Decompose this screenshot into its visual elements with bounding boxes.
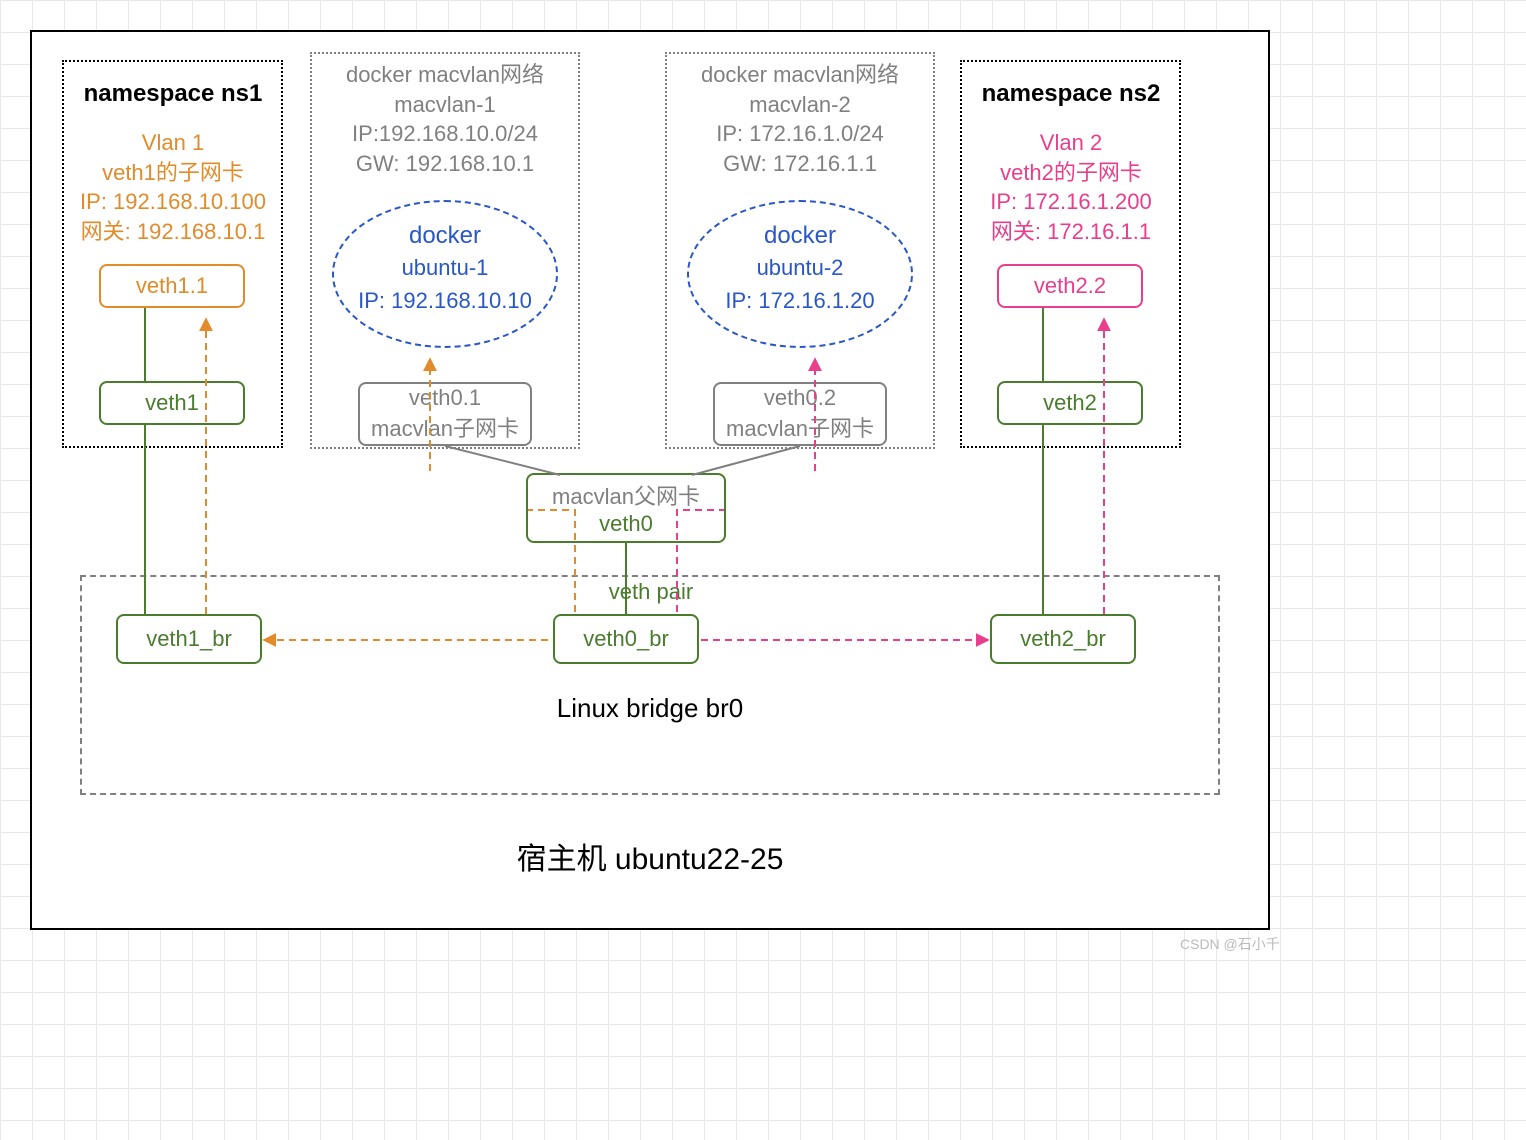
ns1-title: namespace ns1: [70, 78, 276, 110]
ns2-subnic: veth2的子网卡: [1000, 160, 1142, 185]
veth02-desc: macvlan子网卡: [726, 411, 874, 443]
docker2-ip: IP: 172.16.1.20: [725, 288, 874, 313]
veth1-br-node: veth1_br: [116, 614, 262, 664]
mv2-name: macvlan-2: [749, 92, 850, 117]
ns2-info: Vlan 2 veth2的子网卡 IP: 172.16.1.200 网关: 17…: [964, 128, 1178, 247]
ns2-ip: IP: 172.16.1.200: [990, 189, 1151, 214]
ns2-title: namespace ns2: [968, 78, 1174, 110]
ns1-subnic: veth1的子网卡: [102, 160, 244, 185]
docker1-title: docker: [409, 222, 481, 249]
host-label: 宿主机 ubuntu22-25: [470, 840, 830, 881]
veth0-parent-node: macvlan父网卡 veth0: [526, 473, 726, 543]
docker2-title: docker: [764, 222, 836, 249]
ns2-gw: 网关: 172.16.1.1: [991, 219, 1151, 244]
veth0-br-node: veth0_br: [553, 614, 699, 664]
ns2-vlan: Vlan 2: [1040, 130, 1102, 155]
macvlan2-info: docker macvlan网络 macvlan-2 IP: 172.16.1.…: [671, 60, 929, 179]
veth01-desc: macvlan子网卡: [371, 411, 519, 443]
mv1-gw: GW: 192.168.10.1: [356, 151, 534, 176]
mv2-ip: IP: 172.16.1.0/24: [716, 121, 884, 146]
bridge-box: [80, 575, 1220, 795]
veth1-node: veth1: [99, 381, 245, 425]
macvlan1-info: docker macvlan网络 macvlan-1 IP:192.168.10…: [316, 60, 574, 179]
veth01-name: veth0.1: [409, 385, 481, 411]
veth1-1-node: veth1.1: [99, 264, 245, 308]
veth2-br-node: veth2_br: [990, 614, 1136, 664]
mv2-gw: GW: 172.16.1.1: [723, 151, 877, 176]
parent-nic-name: veth0: [599, 511, 653, 537]
veth02-name: veth0.2: [764, 385, 836, 411]
mv1-ip: IP:192.168.10.0/24: [352, 121, 538, 146]
ns1-info: Vlan 1 veth1的子网卡 IP: 192.168.10.100 网关: …: [66, 128, 280, 247]
docker1-info: docker ubuntu-1 IP: 192.168.10.10: [336, 220, 554, 317]
docker2-name: ubuntu-2: [757, 255, 844, 280]
veth01-node: veth0.1 macvlan子网卡: [358, 382, 532, 446]
docker2-info: docker ubuntu-2 IP: 172.16.1.20: [691, 220, 909, 317]
mv1-title: docker macvlan网络: [346, 62, 544, 87]
ns1-vlan: Vlan 1: [142, 130, 204, 155]
bridge-label: Linux bridge br0: [520, 691, 780, 726]
docker1-name: ubuntu-1: [402, 255, 489, 280]
mv2-title: docker macvlan网络: [701, 62, 899, 87]
ns1-ip: IP: 192.168.10.100: [80, 189, 266, 214]
watermark: CSDN @石小千: [1180, 934, 1280, 954]
mv1-name: macvlan-1: [394, 92, 495, 117]
veth2-node: veth2: [997, 381, 1143, 425]
diagram-canvas: 宿主机 ubuntu22-25 Linux bridge br0 veth pa…: [0, 0, 1526, 1140]
veth2-2-node: veth2.2: [997, 264, 1143, 308]
docker1-ip: IP: 192.168.10.10: [358, 288, 532, 313]
ns1-gw: 网关: 192.168.10.1: [81, 219, 266, 244]
veth02-node: veth0.2 macvlan子网卡: [713, 382, 887, 446]
veth-pair-label: veth pair: [576, 577, 726, 607]
parent-nic-desc: macvlan父网卡: [552, 479, 700, 511]
